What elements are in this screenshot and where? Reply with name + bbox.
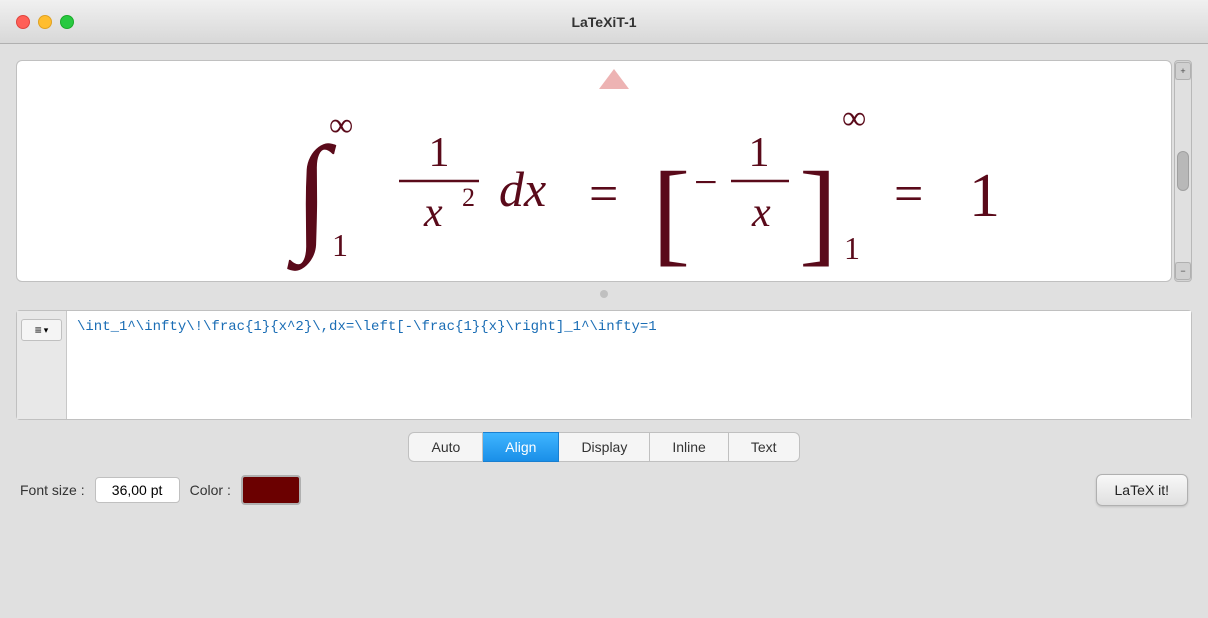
maximize-button[interactable] xyxy=(60,15,74,29)
main-content: ∫ 1 ∞ 1 x 2 dx = [ − xyxy=(0,44,1208,618)
font-size-label: Font size : xyxy=(20,482,85,498)
preview-scrollbar[interactable]: + − xyxy=(1174,60,1192,282)
chevron-down-icon: ▾ xyxy=(44,325,49,336)
mode-inline-button[interactable]: Inline xyxy=(650,432,728,462)
resize-handle-dot[interactable] xyxy=(600,290,608,298)
svg-text:∞: ∞ xyxy=(329,107,353,144)
font-size-input[interactable] xyxy=(95,477,180,503)
editor-container: ≡ ▾ \int_1^\infty\!\frac{1}{x^2}\,dx=\le… xyxy=(16,310,1192,420)
preview-area: ∫ 1 ∞ 1 x 2 dx = [ − xyxy=(16,60,1172,282)
svg-text:[: [ xyxy=(652,149,690,276)
scroll-track xyxy=(1175,80,1191,262)
svg-text:x: x xyxy=(751,190,771,236)
editor-gutter: ≡ ▾ xyxy=(17,311,67,419)
mode-align-button[interactable]: Align xyxy=(483,432,559,462)
svg-text:1: 1 xyxy=(749,130,770,176)
scroll-handle[interactable] xyxy=(1177,151,1189,191)
window-title: LaTeXiT-1 xyxy=(571,14,636,30)
svg-text:=: = xyxy=(894,166,923,223)
close-button[interactable] xyxy=(16,15,30,29)
scroll-up-button[interactable]: + xyxy=(1175,62,1191,80)
mode-display-button[interactable]: Display xyxy=(559,432,650,462)
minimize-button[interactable] xyxy=(38,15,52,29)
traffic-lights xyxy=(16,15,74,29)
svg-text:]: ] xyxy=(799,149,837,276)
preview-container: ∫ 1 ∞ 1 x 2 dx = [ − xyxy=(16,60,1192,282)
math-formula-svg: ∫ 1 ∞ 1 x 2 dx = [ − xyxy=(184,61,1004,281)
mode-text-button[interactable]: Text xyxy=(729,432,800,462)
editor-menu-button[interactable]: ≡ ▾ xyxy=(21,319,62,341)
svg-text:dx: dx xyxy=(499,161,546,217)
bottom-bar: Font size : Color : LaTeX it! xyxy=(16,474,1192,506)
svg-text:∞: ∞ xyxy=(842,100,866,137)
mode-auto-button[interactable]: Auto xyxy=(408,432,483,462)
svg-text:−: − xyxy=(694,160,718,206)
svg-text:1: 1 xyxy=(844,230,860,266)
svg-text:1: 1 xyxy=(332,227,348,263)
svg-text:=: = xyxy=(589,166,618,223)
svg-text:1: 1 xyxy=(429,130,450,176)
latex-editor[interactable]: \int_1^\infty\!\frac{1}{x^2}\,dx=\left[-… xyxy=(67,311,1191,419)
svg-text:2: 2 xyxy=(462,183,475,212)
dot-indicator xyxy=(16,290,1192,298)
scroll-down-button[interactable]: − xyxy=(1175,262,1191,280)
latex-it-button[interactable]: LaTeX it! xyxy=(1096,474,1188,506)
titlebar: LaTeXiT-1 xyxy=(0,0,1208,44)
hamburger-icon: ≡ xyxy=(35,323,42,337)
svg-text:1: 1 xyxy=(969,162,1000,230)
color-label: Color : xyxy=(190,482,231,498)
mode-buttons: Auto Align Display Inline Text xyxy=(16,432,1192,462)
color-picker-button[interactable] xyxy=(241,475,301,505)
svg-text:x: x xyxy=(423,190,443,236)
